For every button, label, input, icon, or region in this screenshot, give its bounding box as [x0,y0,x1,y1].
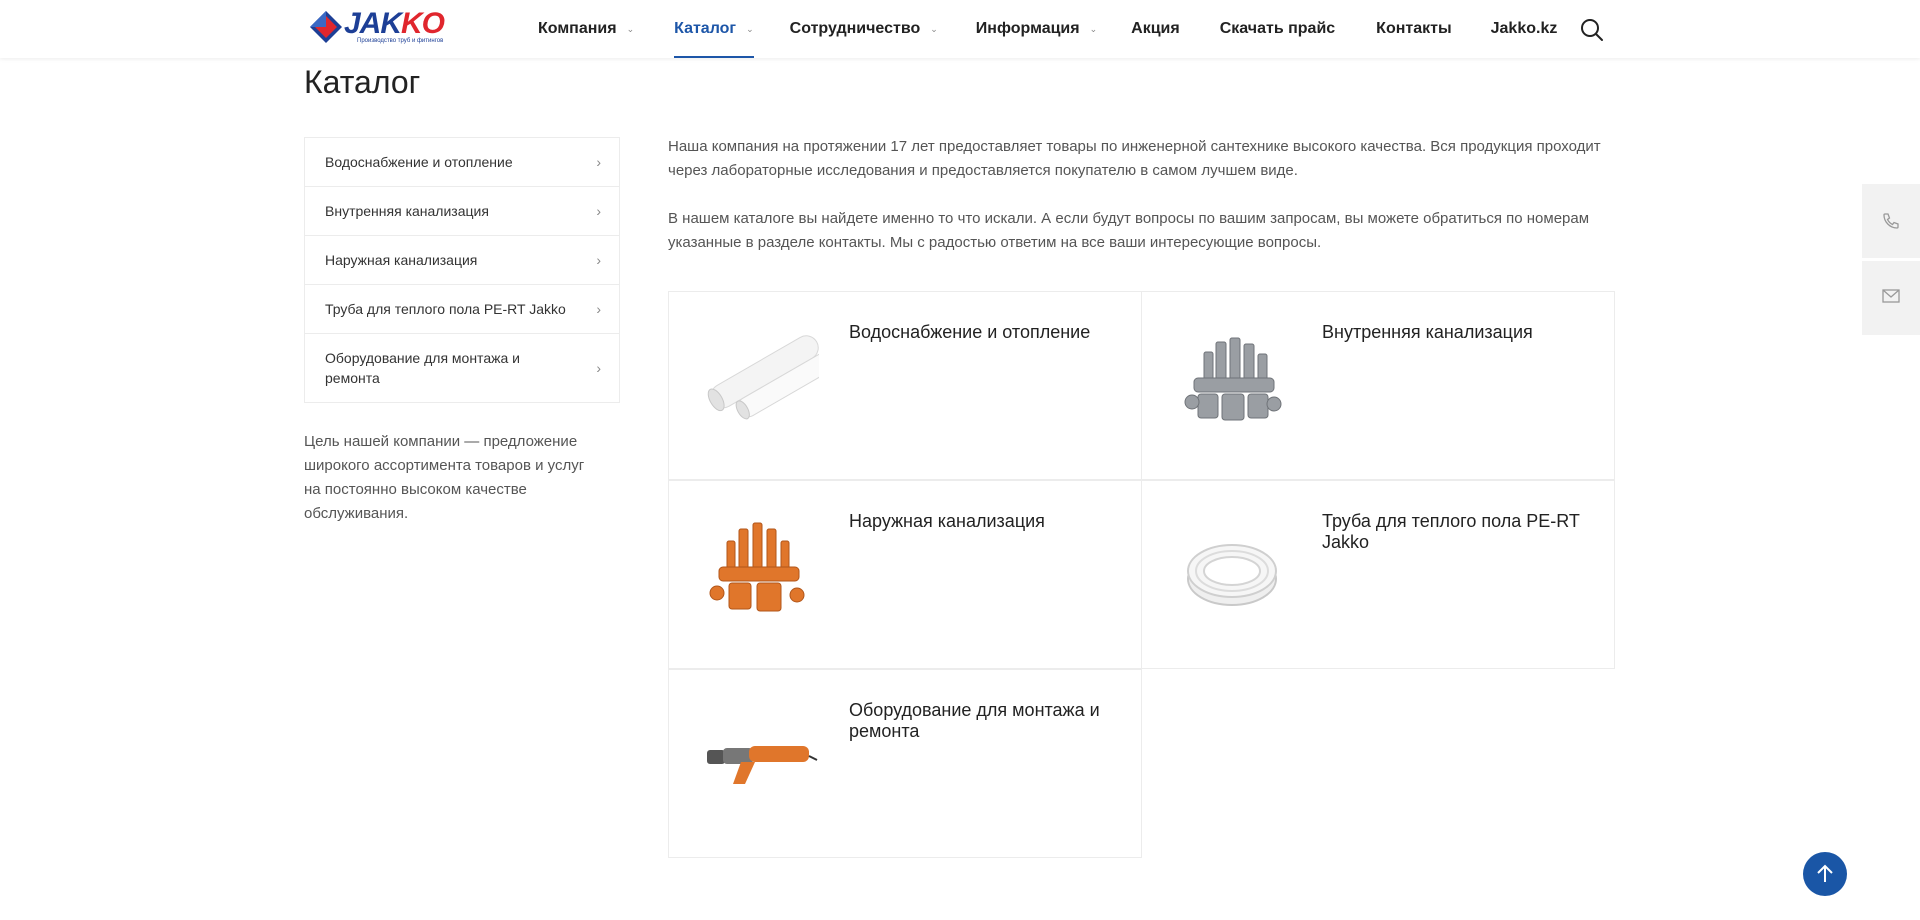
logo-tagline: Производство труб и фитингов [357,38,444,44]
sidebar-item-external-sewage[interactable]: Наружная канализация › [305,236,619,285]
logo-diamond-icon [310,11,342,43]
catalog-card-title: Оборудование для монтажа и ремонта [849,700,1100,741]
intro-text: Наша компания на протяжении 17 лет предо… [668,135,1608,255]
nav-label: Каталог [674,20,737,37]
nav-information[interactable]: Информация ⌄ [976,0,1097,58]
nav-label: Сотрудничество [789,20,921,37]
chevron-down-icon: ⌄ [746,23,754,34]
search-icon[interactable] [1580,18,1604,42]
nav-label: Контакты [1376,20,1452,37]
white-pipes-image [707,335,819,420]
chevron-down-icon: ⌄ [626,23,635,34]
catalog-card-title: Внутренняя канализация [1322,322,1533,342]
sidebar-item-label: Наружная канализация [325,252,478,268]
main-nav: Компания ⌄ Каталог ⌄ Сотрудничество ⌄ Инфор… [538,0,1557,58]
catalog-card-floor-heating[interactable]: Труба для теплого пола PE-RT Jakko [1141,480,1615,669]
sidebar-item-label: Водоснабжение и отопление [325,154,513,170]
sidebar-menu: Водоснабжение и отопление › Внутренняя к… [304,137,620,403]
welding-tool-image [707,746,818,784]
catalog-card-title: Водоснабжение и отопление [849,322,1091,342]
sidebar-item-equipment[interactable]: Оборудование для монтажа и ремонта › [305,334,619,402]
intro-paragraph: В нашем каталоге вы найдете именно то чт… [668,210,1590,251]
nav-cooperation[interactable]: Сотрудничество ⌄ [790,0,938,58]
mail-icon [1882,289,1900,303]
intro-paragraph: Наша компания на протяжении 17 лет предо… [668,138,1601,179]
chevron-right-icon: › [596,203,601,219]
catalog-card-title: Труба для теплого пола PE-RT Jakko [1322,511,1580,552]
sidebar-item-label: Оборудование для монтажа и ремонта [325,350,520,386]
phone-icon [1883,213,1899,229]
chevron-right-icon: › [596,301,601,317]
catalog-card-water-heating[interactable]: Водоснабжение и отопление [668,291,1142,480]
logo-wordmark: JAKKO [344,7,445,40]
email-button[interactable] [1862,261,1920,335]
pipe-coil-image [1187,544,1277,606]
catalog-card-external-sewage[interactable]: Наружная канализация [668,480,1142,669]
site-header: JAKKO Производство труб и фитингов Компа… [0,0,1920,58]
sidebar-item-label: Внутренняя канализация [325,203,489,219]
sidebar-item-floor-heating-pipe[interactable]: Труба для теплого пола PE-RT Jakko › [305,285,619,334]
nav-company[interactable]: Компания ⌄ [538,0,634,58]
chevron-down-icon: ⌄ [1089,23,1098,34]
chevron-down-icon: ⌄ [930,23,938,34]
orange-fittings-image [709,522,805,612]
catalog-card-title: Наружная канализация [849,511,1045,531]
nav-label: Информация [975,20,1080,37]
chevron-right-icon: › [596,252,601,268]
chevron-right-icon: › [596,154,601,170]
nav-jakko-kz[interactable]: Jakko.kz [1491,0,1558,58]
scroll-to-top-button[interactable] [1803,852,1847,896]
sidebar-description: Цель нашей компании — предложение широко… [304,433,585,522]
arrow-up-icon [1817,864,1833,882]
sidebar-item-internal-sewage[interactable]: Внутренняя канализация › [305,187,619,236]
nav-label: Компания [538,20,617,37]
nav-label: Скачать прайс [1219,20,1336,37]
gray-fittings-image [1184,337,1282,421]
nav-download-price[interactable]: Скачать прайс [1220,0,1335,58]
nav-label: Jakko.kz [1490,20,1558,37]
chevron-right-icon: › [596,360,601,376]
sidebar-item-water-heating[interactable]: Водоснабжение и отопление › [305,138,619,187]
nav-promo[interactable]: Акция [1131,0,1180,58]
nav-catalog[interactable]: Каталог ⌄ [674,0,754,58]
phone-callback-button[interactable] [1862,184,1920,258]
nav-label: Акция [1131,20,1180,37]
nav-contacts[interactable]: Контакты [1376,0,1451,58]
catalog-card-internal-sewage[interactable]: Внутренняя канализация [1141,291,1615,480]
catalog-card-equipment[interactable]: Оборудование для монтажа и ремонта [668,669,1142,858]
sidebar-item-label: Труба для теплого пола PE-RT Jakko [325,301,566,317]
logo[interactable]: JAKKO Производство труб и фитингов [309,7,457,48]
page-title: Каталог [304,64,421,100]
